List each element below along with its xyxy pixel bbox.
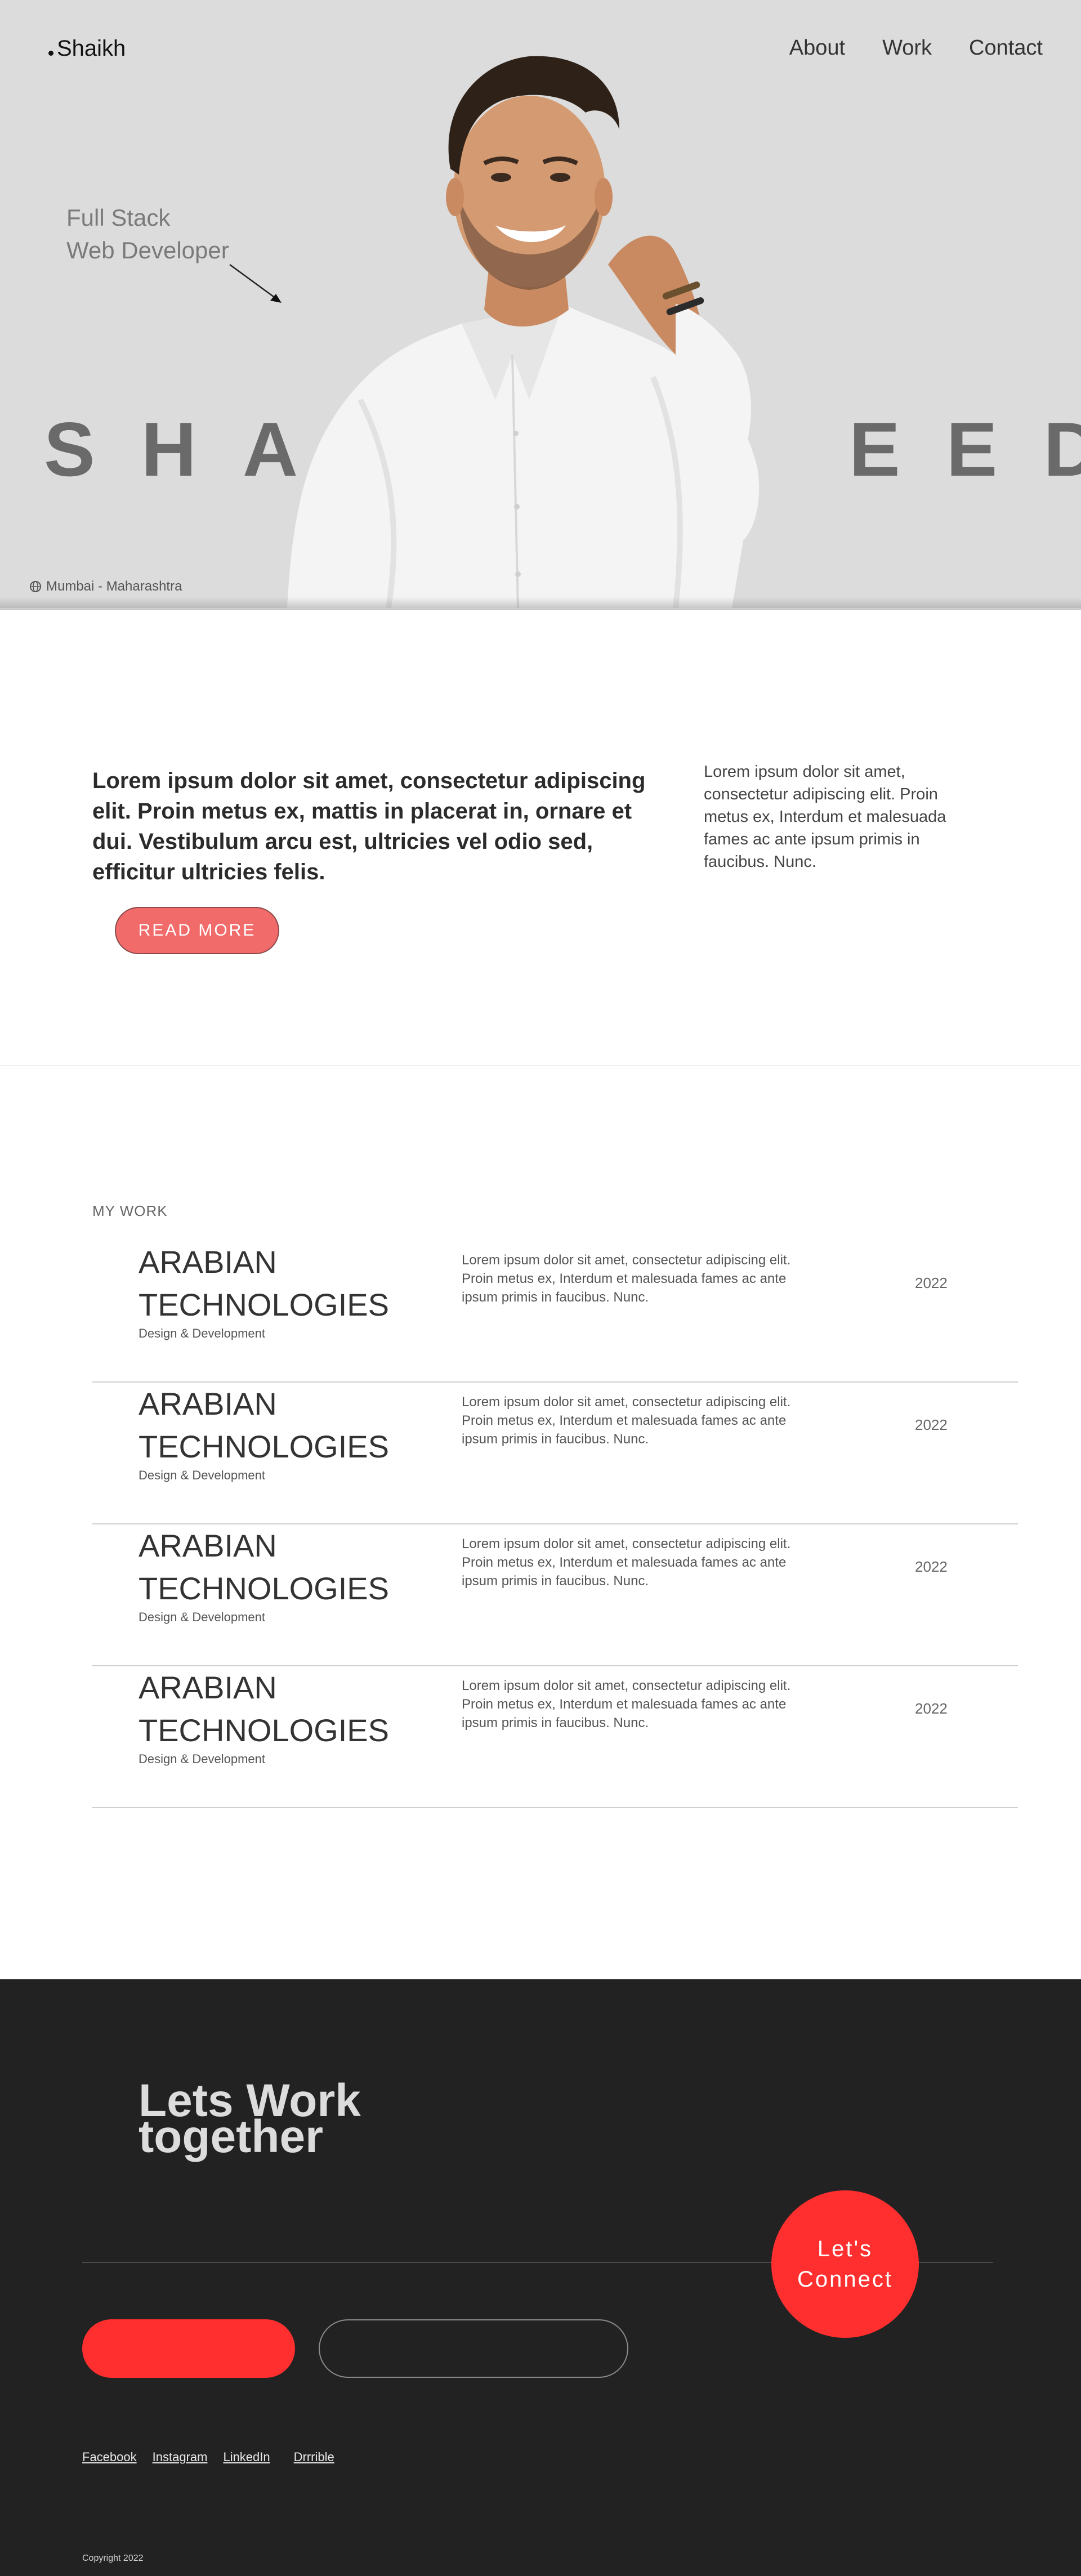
logo[interactable]: Shaikh [48,36,126,61]
work-item[interactable]: ARABIAN TECHNOLOGIES Design & Developmen… [92,1383,1018,1524]
copyright: Copyright 2022 [82,2553,144,2563]
email-button[interactable] [82,2319,295,2378]
work-item-title-line-2: TECHNOLOGIES [139,1571,389,1606]
work-item[interactable]: ARABIAN TECHNOLOGIES Design & Developmen… [92,1241,1018,1383]
social-link-facebook[interactable]: Facebook [82,2450,137,2465]
social-link-instagram[interactable]: Instagram [153,2450,208,2465]
work-item-description: Lorem ipsum dolor sit amet, consectetur … [462,1394,791,1447]
logo-text: Shaikh [57,36,126,61]
globe-icon [30,581,41,592]
hero-tagline: Full Stack Web Developer [66,202,229,267]
work-item-title-line-1: ARABIAN [139,1528,277,1563]
work-item-subtitle: Design & Development [139,1326,266,1340]
work-item-divider [92,1807,1018,1808]
work-item[interactable]: ARABIAN TECHNOLOGIES Design & Developmen… [92,1666,1018,1808]
section-divider [0,1065,1081,1066]
connect-line-2: Connect [797,2267,893,2292]
work-item-year: 2022 [915,1416,948,1433]
work-item-description: Lorem ipsum dolor sit amet, consectetur … [462,1253,791,1305]
nav-link-work[interactable]: Work [882,36,932,60]
read-more-button[interactable]: READ MORE [115,907,279,954]
footer-title: Lets Work together [139,2078,361,2160]
work-item-title-line-2: TECHNOLOGIES [139,1429,389,1464]
work-item-subtitle: Design & Development [139,1468,266,1482]
work-item-description: Lorem ipsum dolor sit amet, consectetur … [462,1536,791,1589]
work-item-title-line-1: ARABIAN [139,1386,277,1421]
logo-dot-icon [48,51,53,56]
work-item-subtitle: Design & Development [139,1610,266,1624]
social-links: Facebook Instagram LinkedIn Drrrible [82,2450,334,2465]
location: Mumbai - Maharashtra [29,579,182,594]
work-item-title-line-1: ARABIAN [139,1244,277,1280]
tagline-line-2: Web Developer [66,237,229,263]
work-item[interactable]: ARABIAN TECHNOLOGIES Design & Developmen… [92,1524,1018,1666]
work-heading: MY WORK [92,1202,168,1219]
work-item-year: 2022 [915,1558,948,1575]
tagline-line-1: Full Stack [66,204,171,231]
hero-name-right: EED [849,406,1081,492]
hero-section: Shaikh About Work Contact Full Stack Web… [0,0,1081,608]
work-item-title-line-2: TECHNOLOGIES [139,1287,389,1322]
work-item-title: ARABIAN TECHNOLOGIES [139,1666,397,1752]
hero-bottom-shadow [0,597,1081,610]
location-text: Mumbai - Maharashtra [46,579,182,594]
social-link-linkedin[interactable]: LinkedIn [223,2450,270,2465]
connect-line-1: Let's [817,2237,873,2261]
intro-lead-text: Lorem ipsum dolor sit amet, consectetur … [92,768,646,884]
work-item-year: 2022 [915,1700,948,1717]
work-item-year: 2022 [915,1274,948,1291]
nav-link-contact[interactable]: Contact [969,36,1043,60]
work-item-title: ARABIAN TECHNOLOGIES [139,1241,397,1326]
work-item-subtitle: Design & Development [139,1752,266,1766]
work-item-title-line-1: ARABIAN [139,1670,277,1705]
work-item-title-line-2: TECHNOLOGIES [139,1712,389,1748]
main-nav: About Work Contact [789,36,1043,60]
work-item-title: ARABIAN TECHNOLOGIES [139,1383,397,1468]
work-item-title: ARABIAN TECHNOLOGIES [139,1524,397,1610]
social-link-dribbble[interactable]: Drrrible [294,2450,334,2465]
intro-side-text: Lorem ipsum dolor sit amet, consectetur … [704,763,946,871]
lets-connect-button[interactable]: Let's Connect [771,2190,919,2338]
footer: Lets Work together Let's Connect Faceboo… [0,1979,1081,2576]
work-item-description: Lorem ipsum dolor sit amet, consectetur … [462,1678,791,1730]
portrait-image [287,56,760,608]
phone-button[interactable] [319,2319,628,2378]
